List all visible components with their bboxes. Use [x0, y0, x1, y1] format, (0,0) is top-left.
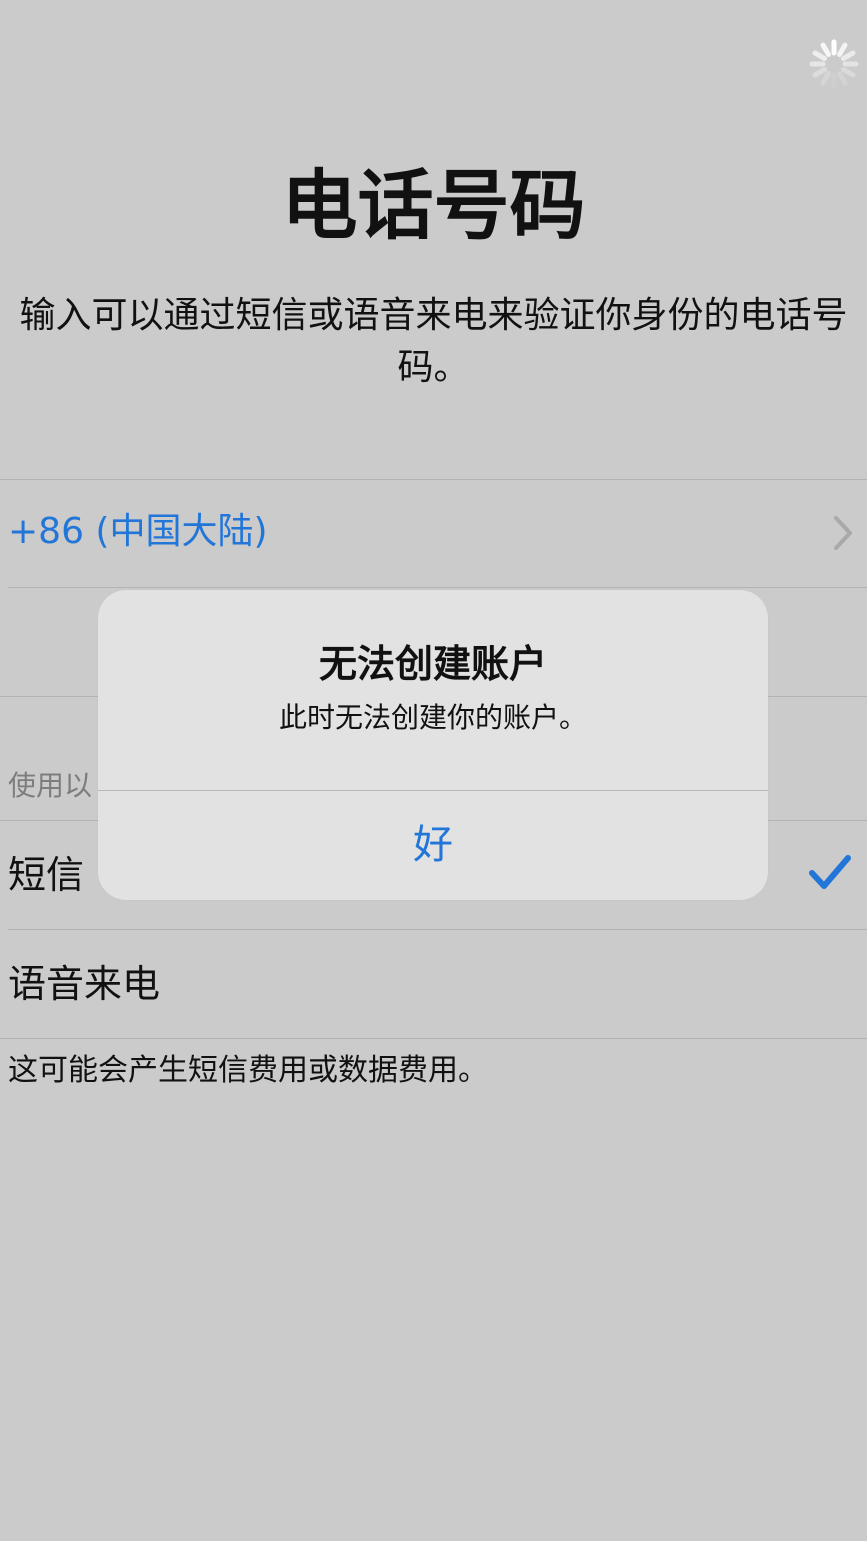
country-code-row[interactable]: +86 (中国大陆)	[0, 480, 867, 587]
divider	[0, 1038, 867, 1039]
loading-spinner-icon	[809, 39, 859, 89]
page-subtitle: 输入可以通过短信或语音来电来验证你身份的电话号码。	[19, 295, 848, 388]
page-title: 电话号码	[281, 161, 586, 250]
ok-button[interactable]: 好	[98, 791, 768, 900]
option-voice-call[interactable]: 语音来电	[0, 930, 867, 1038]
verify-section-label: 使用以	[8, 769, 93, 802]
alert-message: 此时无法创建你的账户。	[278, 701, 587, 734]
chevron-right-icon	[834, 516, 852, 550]
charges-footnote: 这可能会产生短信费用或数据费用。	[8, 1053, 488, 1088]
option-voice-call-label: 语音来电	[8, 962, 161, 1006]
phone-number-screen: 电话号码 输入可以通过短信或语音来电来验证你身份的电话号码。 +86 (中国大陆…	[0, 0, 867, 1541]
checkmark-icon	[809, 855, 851, 889]
option-sms-label: 短信	[8, 853, 85, 897]
alert-dialog: 无法创建账户 此时无法创建你的账户。 好	[98, 590, 768, 900]
country-code-label: +86 (中国大陆)	[8, 511, 268, 552]
alert-title: 无法创建账户	[318, 642, 547, 686]
